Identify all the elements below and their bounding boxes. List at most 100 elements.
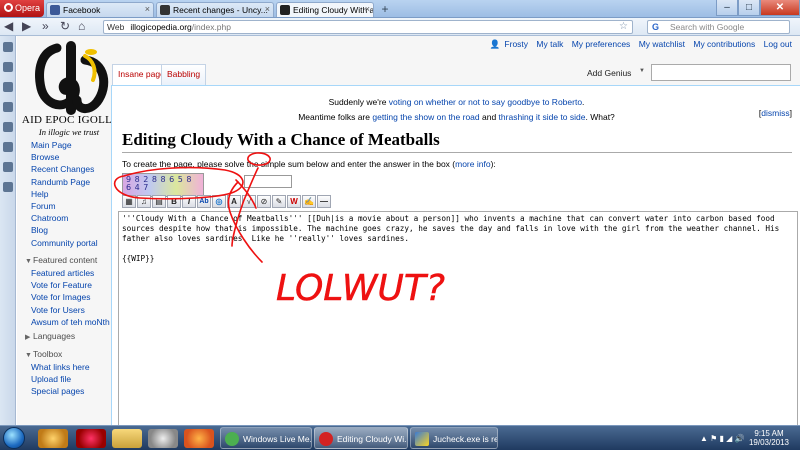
wikipedia-icon[interactable]: W bbox=[287, 195, 301, 208]
wikitext-editor[interactable]: '''Cloudy With a Chance of Meatballs''' … bbox=[118, 211, 798, 425]
search-input[interactable]: G Search with Google bbox=[647, 20, 790, 34]
download-icon[interactable] bbox=[3, 102, 13, 112]
window-controls: – □ ✕ bbox=[716, 0, 800, 18]
notice-link-show[interactable]: getting the show on the road bbox=[372, 112, 479, 122]
sidebar-featured-list: Featured articles Vote for Feature Vote … bbox=[17, 267, 117, 328]
home-icon[interactable]: ⌂ bbox=[78, 20, 85, 33]
sidebar-item-help[interactable]: Help bbox=[17, 188, 117, 200]
sidebar-item-main-page[interactable]: Main Page bbox=[17, 139, 117, 151]
more-info-link[interactable]: more info bbox=[455, 159, 490, 169]
sidebar-item-browse[interactable]: Browse bbox=[17, 151, 117, 163]
clock-date: 19/03/2013 bbox=[748, 438, 790, 447]
my-contributions-link[interactable]: My contributions bbox=[693, 39, 755, 49]
taskbar-item-opera[interactable]: Editing Cloudy Wi... bbox=[314, 427, 408, 449]
captcha-answer-input[interactable] bbox=[244, 175, 292, 188]
star-icon[interactable] bbox=[3, 42, 13, 52]
my-preferences-link[interactable]: My preferences bbox=[572, 39, 631, 49]
notes-icon[interactable] bbox=[3, 142, 13, 152]
insert-media-icon[interactable]: ♫ bbox=[137, 195, 151, 208]
log-out-link[interactable]: Log out bbox=[764, 39, 792, 49]
bold-icon[interactable]: B bbox=[167, 195, 181, 208]
opera-menu-button[interactable]: Opera bbox=[0, 0, 44, 17]
pushpin-icon[interactable] bbox=[76, 429, 106, 448]
mail-icon[interactable] bbox=[3, 62, 13, 72]
italic-icon[interactable]: I bbox=[182, 195, 196, 208]
close-icon[interactable]: × bbox=[145, 4, 150, 14]
notice-text: Meantime folks are bbox=[298, 112, 373, 122]
browser-navigation-bar: ◀ ▶ » ↻ ⌂ Web illogicopedia.org/index.php… bbox=[0, 18, 800, 36]
sidebar-section-languages[interactable]: ▶ Languages bbox=[25, 331, 75, 341]
math-icon[interactable]: √ bbox=[242, 195, 256, 208]
sidebar-item-vote-for-users[interactable]: Vote for Users bbox=[17, 304, 117, 316]
notice-line-2: Meantime folks are getting the show on t… bbox=[112, 110, 800, 125]
sidebar-item-special-pages[interactable]: Special pages bbox=[17, 385, 117, 397]
panels-icon[interactable] bbox=[3, 162, 13, 172]
template-icon[interactable]: ✍ bbox=[302, 195, 316, 208]
taskbar-item-jucheck[interactable]: Jucheck.exe is req... bbox=[410, 427, 498, 449]
notice-line-1: Suddenly we're voting on whether or not … bbox=[112, 95, 800, 110]
my-talk-link[interactable]: My talk bbox=[536, 39, 563, 49]
my-watchlist-link[interactable]: My watchlist bbox=[639, 39, 685, 49]
close-icon[interactable]: × bbox=[265, 4, 270, 14]
chrome-like-icon[interactable] bbox=[148, 429, 178, 448]
internal-link-icon[interactable]: Ab bbox=[197, 195, 211, 208]
address-path: /index.php bbox=[191, 22, 231, 32]
external-link-icon[interactable]: ◎ bbox=[212, 195, 226, 208]
nowiki-icon[interactable]: ⊘ bbox=[257, 195, 271, 208]
sidebar-item-what-links-here[interactable]: What links here bbox=[17, 361, 117, 373]
sidebar-item-blog[interactable]: Blog bbox=[17, 224, 117, 236]
notice-text: and bbox=[479, 112, 499, 122]
add-genius-action[interactable]: Add Genius bbox=[587, 68, 631, 78]
new-tab-icon[interactable]: + bbox=[377, 3, 393, 16]
insert-image-icon[interactable]: ▦ bbox=[122, 195, 136, 208]
system-tray[interactable]: ▲ ⚑ ▮ ◢ 🔊 bbox=[700, 434, 745, 443]
wiki-search-input[interactable] bbox=[651, 64, 791, 81]
sidebar-item-randumb-page[interactable]: Randumb Page bbox=[17, 176, 117, 188]
reload-icon[interactable]: ↻ bbox=[60, 20, 70, 33]
folder-icon[interactable] bbox=[112, 429, 142, 448]
sidebar-item-vote-for-images[interactable]: Vote for Images bbox=[17, 291, 117, 303]
contacts-icon[interactable] bbox=[3, 82, 13, 92]
browser-tab-facebook[interactable]: Facebook × bbox=[46, 2, 154, 17]
opera-icon bbox=[319, 432, 333, 446]
horizontal-rule-icon[interactable]: — bbox=[317, 195, 331, 208]
signature-icon[interactable]: ✎ bbox=[272, 195, 286, 208]
back-icon[interactable]: ◀ bbox=[4, 20, 13, 33]
taskbar-item-live-messenger[interactable]: Windows Live Me... bbox=[220, 427, 312, 449]
user-link[interactable]: Frosty bbox=[504, 39, 528, 49]
maximize-icon[interactable]: □ bbox=[738, 0, 760, 16]
forward-icon[interactable]: ▶ bbox=[22, 20, 31, 33]
insert-gallery-icon[interactable]: ▤ bbox=[152, 195, 166, 208]
heading-icon[interactable]: A bbox=[227, 195, 241, 208]
sidebar-section-featured[interactable]: ▼Featured content bbox=[25, 255, 97, 265]
tab-babbling[interactable]: Babbling bbox=[161, 64, 207, 85]
start-button[interactable] bbox=[3, 427, 25, 449]
notice-link-roberto[interactable]: voting on whether or not to say goodbye … bbox=[389, 97, 582, 107]
add-panel-icon[interactable] bbox=[3, 182, 13, 192]
chevron-down-icon[interactable]: ▼ bbox=[639, 64, 650, 81]
close-window-icon[interactable]: ✕ bbox=[760, 0, 800, 16]
sidebar-item-awsum-of-teh-month[interactable]: Awsum of teh moNth bbox=[17, 316, 117, 328]
fast-forward-icon[interactable]: » bbox=[42, 20, 49, 33]
close-icon[interactable]: × bbox=[365, 4, 370, 14]
history-icon[interactable] bbox=[3, 122, 13, 132]
sidebar-section-toolbox[interactable]: ▼Toolbox bbox=[25, 349, 62, 359]
minimize-icon[interactable]: – bbox=[716, 0, 738, 16]
address-bar[interactable]: Web illogicopedia.org/index.php ☆ bbox=[103, 20, 633, 34]
sidebar-item-upload-file[interactable]: Upload file bbox=[17, 373, 117, 385]
sidebar-item-community-portal[interactable]: Community portal bbox=[17, 237, 117, 249]
notice-text: . bbox=[582, 97, 585, 107]
browser-tab-recent-changes[interactable]: Recent changes - Uncy... × bbox=[156, 2, 274, 17]
media-player-icon[interactable] bbox=[38, 429, 68, 448]
dismiss-link[interactable]: dismiss bbox=[761, 108, 789, 118]
taskbar-clock[interactable]: 9:15 AM 19/03/2013 bbox=[742, 429, 796, 447]
browser-tab-editing[interactable]: Editing Cloudy With a ... × bbox=[276, 2, 374, 17]
sidebar-item-recent-changes[interactable]: Recent Changes bbox=[17, 163, 117, 175]
bookmark-star-icon[interactable]: ☆ bbox=[619, 21, 628, 32]
notice-link-thrashing[interactable]: thrashing it side to side bbox=[499, 112, 586, 122]
firefox-icon[interactable] bbox=[184, 429, 214, 448]
sidebar-item-forum[interactable]: Forum bbox=[17, 200, 117, 212]
sidebar-item-vote-for-feature[interactable]: Vote for Feature bbox=[17, 279, 117, 291]
sidebar-item-featured-articles[interactable]: Featured articles bbox=[17, 267, 117, 279]
sidebar-item-chatroom[interactable]: Chatroom bbox=[17, 212, 117, 224]
